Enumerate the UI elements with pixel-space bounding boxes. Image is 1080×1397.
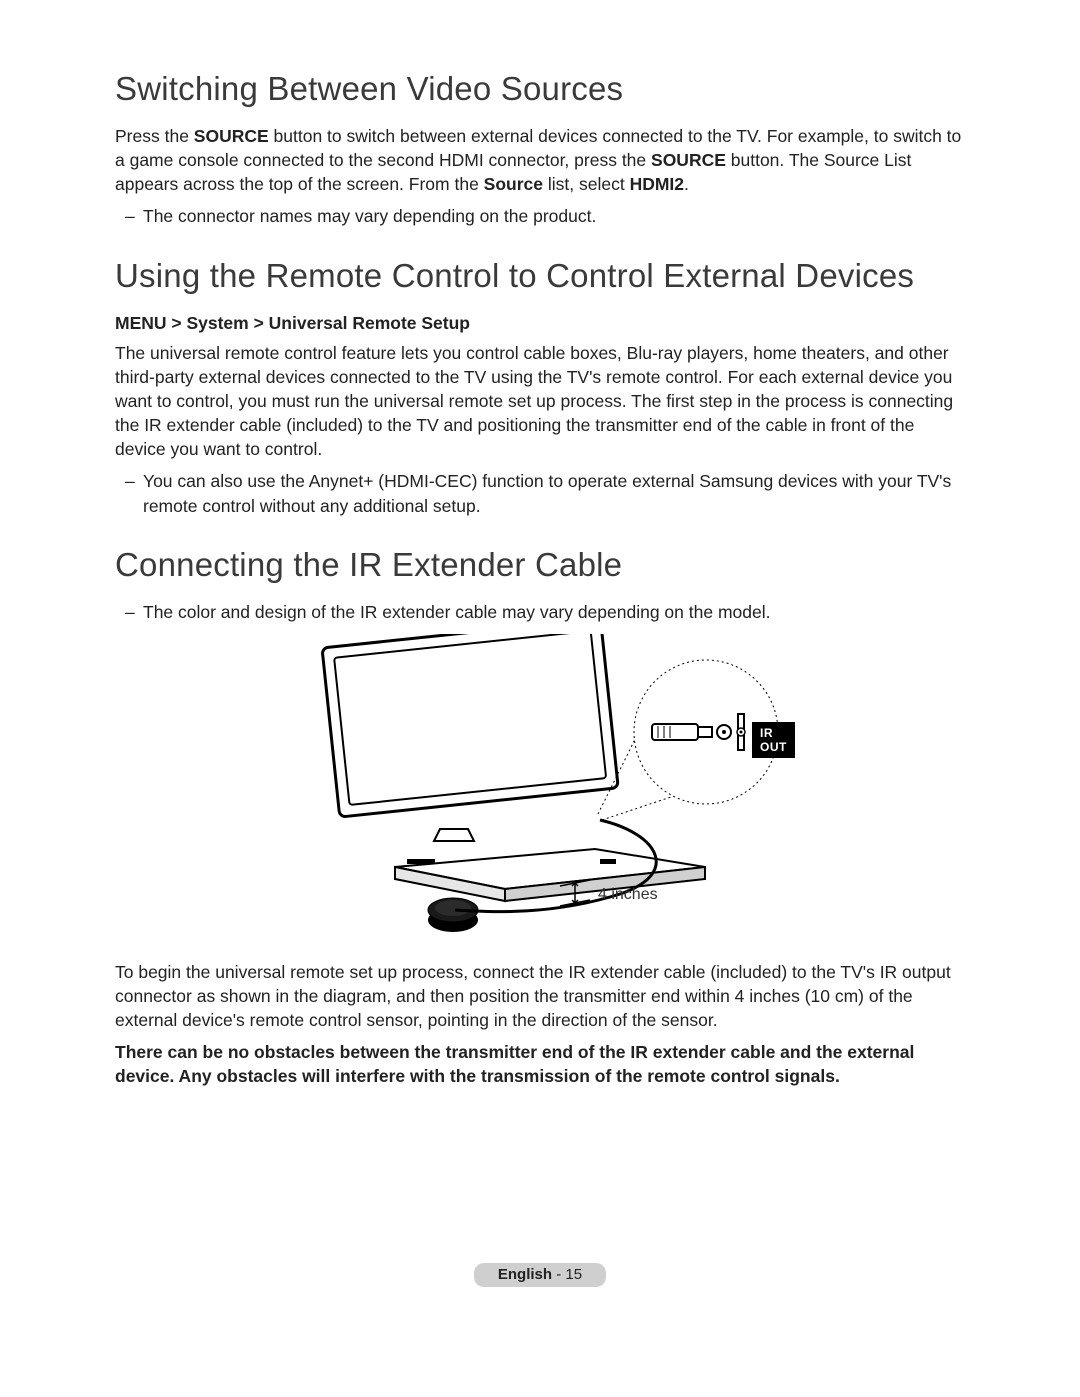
section2-paragraph: The universal remote control feature let… bbox=[115, 341, 965, 462]
distance-label: 4 inches bbox=[598, 886, 658, 904]
page-number-pill: English - 15 bbox=[474, 1263, 606, 1287]
section2-heading: Using the Remote Control to Control Exte… bbox=[115, 257, 965, 295]
footer-language: English bbox=[498, 1266, 552, 1283]
ir-extender-diagram: IR OUT 4 inches bbox=[300, 634, 780, 942]
section3-note1: The color and design of the IR extender … bbox=[143, 600, 965, 624]
section3-paragraph2: To begin the universal remote set up pro… bbox=[115, 960, 965, 1032]
page-footer: English - 15 bbox=[0, 1263, 1080, 1287]
footer-sep: - bbox=[552, 1266, 565, 1283]
section1-heading: Switching Between Video Sources bbox=[115, 70, 965, 108]
section2-note1: You can also use the Anynet+ (HDMI-CEC) … bbox=[143, 469, 965, 517]
section3-heading: Connecting the IR Extender Cable bbox=[115, 546, 965, 584]
page-content: Switching Between Video Sources Press th… bbox=[0, 0, 1080, 1137]
section2-menu-path: MENU > System > Universal Remote Setup bbox=[115, 311, 965, 335]
ir-out-label: IR OUT bbox=[752, 722, 795, 758]
section1-note1: The connector names may vary depending o… bbox=[143, 204, 965, 228]
footer-pagenum: 15 bbox=[565, 1266, 582, 1283]
section3-warning: There can be no obstacles between the tr… bbox=[115, 1040, 965, 1088]
section1-paragraph: Press the SOURCE button to switch betwee… bbox=[115, 124, 965, 196]
